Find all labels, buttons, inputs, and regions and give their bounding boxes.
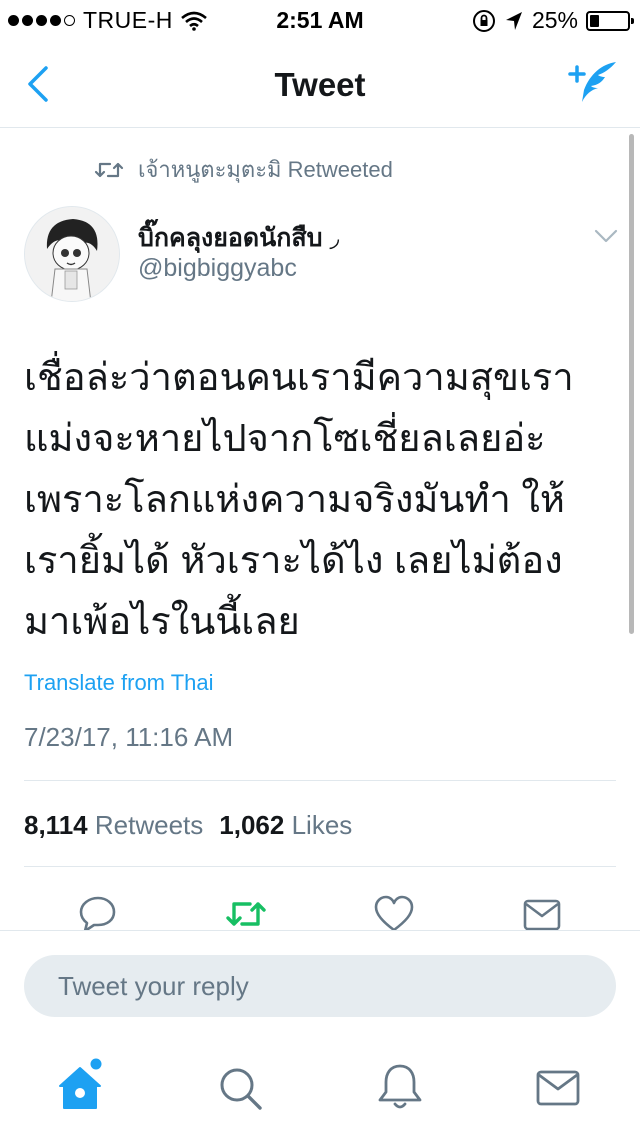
navigation-bar: Tweet [0,40,640,128]
avatar-image [25,207,119,301]
tweet-text-line: เรายิ้มได้ หัวเราะได้ไง เลยไม่ต้อง [24,540,563,582]
author-display-name[interactable]: บิ๊กคลุงยอดนักสืบ ◞ [138,218,339,258]
tweet-text-line: แม่งจะหายไปจากโซเชี่ยลเลยอ่ะ [24,418,546,460]
divider [24,780,616,781]
location-icon [505,11,522,30]
battery-icon [586,10,634,31]
envelope-icon [536,1070,580,1106]
likes-label: Likes [291,810,353,840]
tweet-text-line: เพราะโลกแห่งความจริงมันทำ ให้ [24,479,565,521]
status-bar: TRUE-H 2:51 AM 25% [0,0,640,40]
tweet-options-button[interactable] [592,222,620,250]
retweet-icon [94,162,124,177]
divider [24,866,616,867]
likes-stat[interactable]: 1,062 Likes [219,810,352,840]
page-title: Tweet [274,66,366,103]
scrollbar[interactable] [629,134,634,634]
home-icon [59,1058,102,1109]
battery-percent: 25% [531,7,578,33]
search-icon [220,1068,262,1110]
tab-home[interactable] [52,1058,112,1118]
compose-tweet-button[interactable] [566,58,620,110]
tweet-detail-screen: TRUE-H 2:51 AM 25% Tweet เจ้าหนูตะมุตะมิ… [0,0,640,1136]
tweet-timestamp: 7/23/17, 11:16 AM [24,722,234,752]
translate-link[interactable]: Translate from Thai [24,670,214,696]
reply-input[interactable] [24,955,616,1017]
tweet-text-line: เชื่อล่ะว่าตอนคนเรามีความสุขเรา [24,357,574,399]
avatar[interactable] [24,206,120,302]
tweet-text-line: มาเพ้อไรในนี้เลย [24,601,300,643]
status-right: 25% [472,7,634,34]
retweet-count: 8,114 [24,810,88,840]
tweet-text: เชื่อล่ะว่าตอนคนเรามีความสุขเรา แม่งจะหา… [24,348,616,653]
retweets-stat[interactable]: 8,114 Retweets [24,810,203,840]
tab-search[interactable] [210,1058,270,1118]
bell-icon [378,1064,422,1109]
retweets-label: Retweets [94,810,204,840]
tweet-stats: 8,114 Retweets 1,062 Likes [24,810,352,841]
tab-bar [0,1040,640,1136]
like-count: 1,062 [219,810,285,840]
compose-tweet-icon [568,62,616,102]
retweet-context[interactable]: เจ้าหนูตะมุตะมิ Retweeted [94,152,393,187]
author-username[interactable]: @bigbiggyabc [138,254,297,283]
reply-composer [0,930,640,1040]
chevron-down-icon [594,229,618,243]
orientation-lock-icon [472,9,495,32]
tab-notifications[interactable] [370,1058,430,1118]
retweeted-by-label: เจ้าหนูตะมุตะมิ Retweeted [138,157,393,182]
tab-messages[interactable] [528,1058,588,1118]
